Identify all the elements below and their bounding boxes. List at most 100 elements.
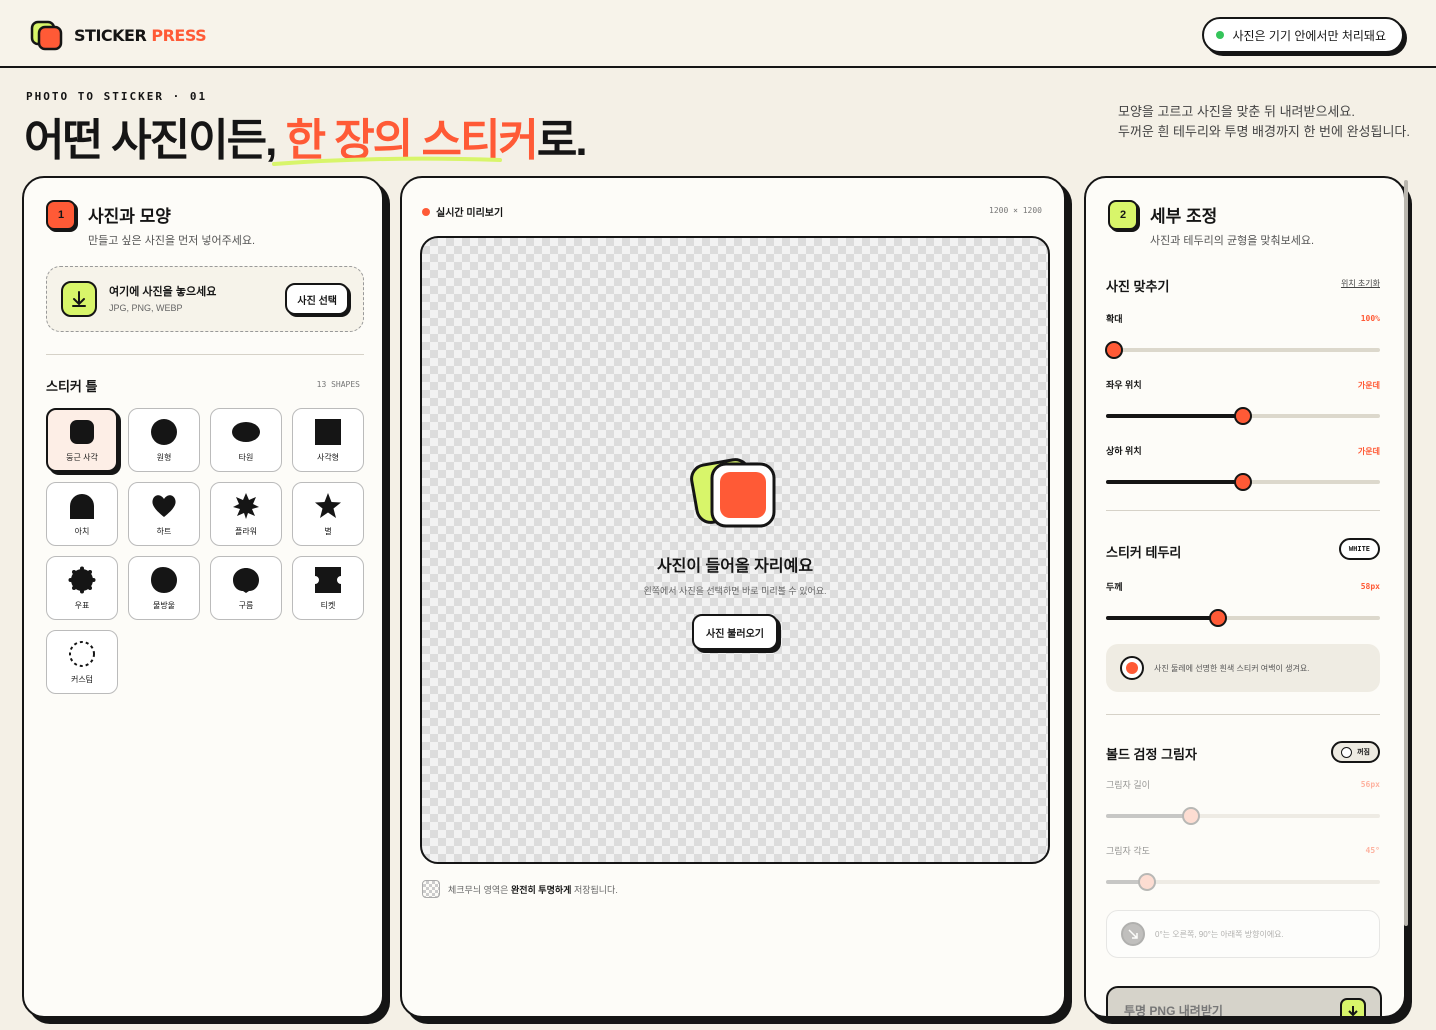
shape-ticket[interactable]: 티켓: [292, 556, 364, 620]
star-icon: [315, 492, 341, 518]
thickness-label: 두께: [1106, 582, 1123, 592]
shape-rounded-square[interactable]: 둥근 사각: [46, 408, 118, 472]
shape-star[interactable]: 별: [292, 482, 364, 546]
divider: [1106, 510, 1380, 511]
ticket-icon: [315, 566, 341, 593]
shape-grid: 둥근 사각 원형 타원 사각형 아치 하트 플라워 별 우표 물방울 구름 티켓…: [46, 408, 364, 694]
shape-cloud[interactable]: 구름: [210, 556, 282, 620]
shadow-toggle[interactable]: 꺼짐: [1331, 741, 1380, 763]
privacy-badge: 사진은 기기 안에서만 처리돼요: [1202, 17, 1404, 53]
checkerboard-icon: [422, 880, 440, 898]
panel-subtitle: 만들고 싶은 사진을 먼저 넣어주세요.: [88, 235, 256, 247]
live-preview-label: 실시간 미리보기: [422, 204, 503, 219]
flower-icon: [233, 492, 259, 519]
blob-icon: [151, 566, 177, 593]
slider-thumb[interactable]: [1181, 807, 1200, 825]
slider-thumb[interactable]: [1209, 609, 1228, 627]
upload-icon: [61, 281, 97, 317]
rounded-square-icon: [70, 419, 94, 444]
shadow-angle-value: 45°: [1365, 846, 1380, 855]
status-dot-icon: [1216, 31, 1225, 39]
download-arrow-icon: [1340, 998, 1366, 1016]
frames-count: 13 SHAPES: [316, 380, 360, 389]
shadow-angle-label: 그림자 각도: [1106, 846, 1150, 856]
shadow-length-value: 56px: [1360, 780, 1380, 789]
shadow-length-slider[interactable]: [1106, 807, 1380, 825]
tagline: 모양을 고르고 사진을 맞춘 뒤 내려받으세요. 두꺼운 흰 테두리와 투명 배…: [1117, 104, 1410, 139]
sticker-logo-icon: [30, 20, 63, 51]
photo-shape-panel: 1 사진과 모양 만들고 싶은 사진을 먼저 넣어주세요. 여기에 사진을 놓으…: [22, 176, 384, 1018]
border-color-badge[interactable]: WHITE: [1338, 538, 1380, 560]
panel-scrollbar[interactable]: [1404, 180, 1408, 926]
shape-stamp[interactable]: 우표: [46, 556, 118, 620]
shape-ellipse[interactable]: 타원: [210, 408, 282, 472]
shadow-angle-slider[interactable]: [1106, 873, 1380, 891]
photo-dropzone[interactable]: 여기에 사진을 놓으세요 JPG, PNG, WEBP 사진 선택: [46, 266, 364, 332]
heart-icon: [152, 494, 176, 517]
app-header: STICKER PRESS 사진은 기기 안에서만 처리돼요: [0, 0, 1436, 68]
dropzone-title: 여기에 사진을 놓으세요: [109, 286, 217, 298]
shadow-angle-info: 0°는 오른쪽, 90°는 아래쪽 방향이에요.: [1106, 910, 1380, 958]
shape-arch[interactable]: 아치: [46, 482, 118, 546]
cloud-icon: [233, 567, 259, 593]
circle-icon: [151, 418, 177, 445]
logo-text: STICKER PRESS: [74, 25, 207, 45]
shape-custom[interactable]: 커스텀: [46, 630, 118, 694]
horizontal-slider[interactable]: [1106, 407, 1380, 425]
headline-underline-icon: [272, 156, 502, 166]
shape-blob[interactable]: 물방울: [128, 556, 200, 620]
divider: [1106, 714, 1380, 715]
divider: [46, 354, 364, 355]
border-section-title: 스티커 테두리: [1106, 545, 1182, 560]
vertical-slider[interactable]: [1106, 473, 1380, 491]
preview-panel: 실시간 미리보기 1200 × 1200 사진이 들어올 자리예요 왼쪽에서 사…: [400, 176, 1066, 1018]
sticker-placeholder-icon: [690, 458, 776, 528]
shape-circle[interactable]: 원형: [128, 408, 200, 472]
zoom-label: 확대: [1106, 314, 1123, 324]
step-badge-2: 2: [1108, 200, 1138, 230]
toggle-knob-icon: [1341, 746, 1353, 758]
step-badge-1: 1: [46, 200, 76, 230]
select-photo-button[interactable]: 사진 선택: [285, 283, 349, 315]
zoom-value: 100%: [1360, 314, 1380, 323]
arch-icon: [70, 493, 94, 519]
shape-heart[interactable]: 하트: [128, 482, 200, 546]
empty-state-title: 사진이 들어올 자리예요: [656, 558, 814, 575]
ellipse-icon: [232, 421, 260, 442]
shadow-length-label: 그림자 길이: [1106, 780, 1150, 790]
square-icon: [315, 418, 341, 445]
panel-subtitle: 사진과 테두리의 균형을 맞춰보세요.: [1150, 235, 1315, 247]
privacy-badge-text: 사진은 기기 안에서만 처리돼요: [1232, 28, 1386, 43]
thickness-slider[interactable]: [1106, 609, 1380, 627]
frames-label: 스티커 틀: [46, 379, 98, 394]
angle-arrow-icon: [1121, 922, 1145, 946]
custom-dashed-icon: [69, 640, 95, 667]
border-info: 사진 둘레에 선명한 흰색 스티커 여백이 생겨요.: [1106, 644, 1380, 692]
reset-position-link[interactable]: 위치 초기화: [1341, 278, 1380, 289]
panel-title: 세부 조정: [1150, 207, 1218, 226]
adjust-panel: 2 세부 조정 사진과 테두리의 균형을 맞춰보세요. 사진 맞추기 위치 초기…: [1084, 176, 1406, 1018]
logo[interactable]: STICKER PRESS: [30, 18, 207, 52]
shape-square[interactable]: 사각형: [292, 408, 364, 472]
slider-thumb[interactable]: [1105, 341, 1124, 359]
dropzone-formats: JPG, PNG, WEBP: [109, 303, 183, 313]
border-preview-icon: [1120, 656, 1144, 680]
shape-flower[interactable]: 플라워: [210, 482, 282, 546]
transparency-note: 체크무늬 영역은 완전히 투명하게 저장됩니다.: [422, 880, 618, 898]
slider-thumb[interactable]: [1234, 407, 1252, 425]
canvas-dimensions: 1200 × 1200: [989, 206, 1042, 215]
horizontal-label: 좌우 위치: [1106, 380, 1142, 390]
fit-section-title: 사진 맞추기: [1106, 279, 1170, 294]
preview-canvas[interactable]: 사진이 들어올 자리예요 왼쪽에서 사진을 선택하면 바로 미리볼 수 있어요.…: [420, 236, 1050, 864]
panel-title: 사진과 모양: [88, 207, 171, 226]
stamp-icon: [68, 566, 96, 593]
slider-thumb[interactable]: [1138, 873, 1157, 891]
shadow-section-title: 볼드 검정 그림자: [1106, 747, 1197, 762]
horizontal-value: 가운데: [1357, 381, 1380, 390]
load-photo-button[interactable]: 사진 불러오기: [692, 614, 778, 650]
zoom-slider[interactable]: [1105, 341, 1380, 359]
slider-thumb[interactable]: [1234, 473, 1252, 491]
download-png-button[interactable]: 투명 PNG 내려받기: [1106, 986, 1382, 1016]
empty-state-subtitle: 왼쪽에서 사진을 선택하면 바로 미리볼 수 있어요.: [643, 586, 827, 596]
live-dot-icon: [422, 207, 430, 216]
